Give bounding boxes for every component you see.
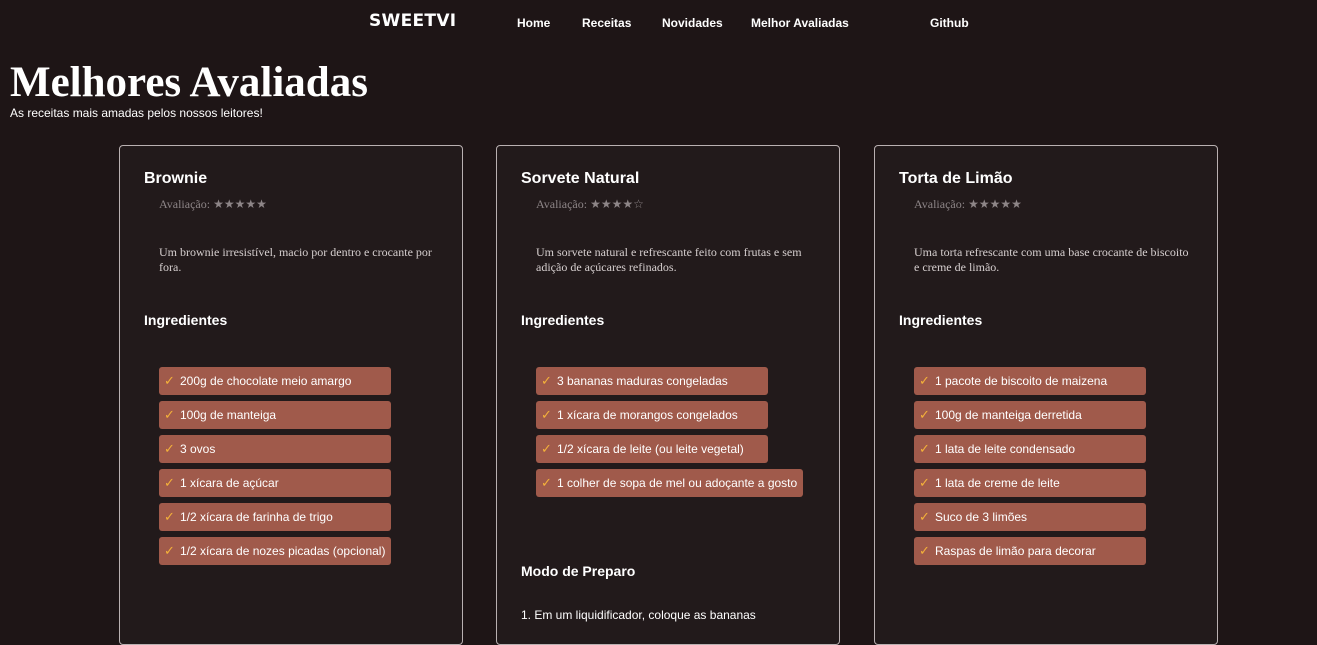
ingredient-item: ✓ 3 bananas maduras congeladas: [536, 367, 768, 395]
method-heading: Modo de Preparo: [521, 563, 636, 579]
ingredient-item: ✓ 1/2 xícara de farinha de trigo: [159, 503, 391, 531]
ingredient-item: ✓ 200g de chocolate meio amargo: [159, 367, 391, 395]
nav-link-github[interactable]: Github: [930, 16, 969, 30]
ingredient-text: 100g de manteiga derretida: [935, 408, 1082, 422]
check-icon: ✓: [164, 510, 175, 525]
check-icon: ✓: [919, 544, 930, 559]
nav-link-novidades[interactable]: Novidades: [662, 16, 723, 30]
ingredient-text: 1 lata de leite condensado: [935, 442, 1076, 456]
recipe-description: Um brownie irresistível, macio por dentr…: [159, 245, 432, 274]
ingredient-list: ✓ 200g de chocolate meio amargo ✓ 100g de …: [159, 367, 392, 571]
recipe-title: Brownie: [144, 170, 208, 187]
check-icon: ✓: [541, 476, 552, 491]
nav-link-home[interactable]: Home: [517, 16, 550, 30]
ingredient-text: 200g de chocolate meio amargo: [180, 374, 352, 388]
recipe-card-brownie: Brownie Avaliação: ★★★★★ Um brownie irre…: [119, 145, 463, 645]
method-steps: 1. Em um liquidificador, coloque as bana…: [521, 608, 817, 622]
ingredient-item: ✓ 1 pacote de biscoito de maizena: [914, 367, 1146, 395]
ingredients-heading: Ingredientes: [144, 312, 228, 328]
ingredient-item: ✓ 1/2 xícara de leite (ou leite vegetal): [536, 435, 768, 463]
rating-label: Avaliação:: [159, 197, 211, 211]
ingredient-list: ✓ 3 bananas maduras congeladas ✓ 1 xícara …: [536, 367, 804, 503]
page-subtitle: As receitas mais amadas pelos nossos lei…: [10, 106, 263, 120]
ingredients-heading: Ingredientes: [521, 312, 605, 328]
check-icon: ✓: [541, 442, 552, 457]
check-icon: ✓: [164, 544, 175, 559]
recipe-title: Torta de Limão: [899, 170, 1013, 187]
ingredient-text: Raspas de limão para decorar: [935, 544, 1096, 558]
check-icon: ✓: [919, 442, 930, 457]
nav-link-receitas[interactable]: Receitas: [582, 16, 631, 30]
check-icon: ✓: [541, 408, 552, 423]
check-icon: ✓: [919, 408, 930, 423]
ingredient-item: ✓ 1 lata de creme de leite: [914, 469, 1146, 497]
ingredient-item: ✓ 1/2 xícara de nozes picadas (opcional): [159, 537, 392, 565]
rating-stars-icon: ★★★★☆: [590, 197, 644, 211]
check-icon: ✓: [919, 374, 930, 389]
ingredient-text: 3 ovos: [180, 442, 216, 456]
recipe-title: Sorvete Natural: [521, 170, 640, 187]
rating-stars-icon: ★★★★★: [968, 197, 1022, 211]
ingredient-text: 1 xícara de açúcar: [180, 476, 279, 490]
recipe-card-sorvete-natural: Sorvete Natural Avaliação: ★★★★☆ Um sorv…: [496, 145, 840, 645]
ingredient-list: ✓ 1 pacote de biscoito de maizena ✓ 100g d…: [914, 367, 1146, 571]
ingredient-item: ✓ 3 ovos: [159, 435, 391, 463]
ingredient-text: 3 bananas maduras congeladas: [557, 374, 728, 388]
ingredient-text: 1/2 xícara de leite (ou leite vegetal): [557, 442, 744, 456]
recipe-description: Uma torta refrescante com uma base croca…: [914, 245, 1189, 274]
nav-link-melhor-avaliadas[interactable]: Melhor Avaliadas: [751, 16, 849, 30]
check-icon: ✓: [164, 374, 175, 389]
rating: Avaliação: ★★★★★: [914, 197, 1022, 212]
ingredient-item: ✓ 1 lata de leite condensado: [914, 435, 1146, 463]
ingredients-heading: Ingredientes: [899, 312, 983, 328]
ingredient-text: Suco de 3 limões: [935, 510, 1028, 524]
rating-label: Avaliação:: [914, 197, 966, 211]
check-icon: ✓: [541, 374, 552, 389]
ingredient-text: 1/2 xícara de farinha de trigo: [180, 510, 333, 524]
ingredient-text: 1 pacote de biscoito de maizena: [935, 374, 1108, 388]
ingredient-text: 100g de manteiga: [180, 408, 277, 422]
recipe-description: Um sorvete natural e refrescante feito c…: [536, 245, 802, 274]
check-icon: ✓: [919, 476, 930, 491]
rating: Avaliação: ★★★★☆: [536, 197, 644, 212]
check-icon: ✓: [164, 476, 175, 491]
ingredient-item: ✓ Suco de 3 limões: [914, 503, 1146, 531]
ingredient-item: ✓ 1 xícara de açúcar: [159, 469, 391, 497]
check-icon: ✓: [164, 408, 175, 423]
ingredient-text: 1 xícara de morangos congelados: [557, 408, 738, 422]
ingredient-item: ✓ 100g de manteiga derretida: [914, 401, 1146, 429]
rating-stars-icon: ★★★★★: [213, 197, 267, 211]
ingredient-text: 1/2 xícara de nozes picadas (opcional): [180, 544, 386, 558]
ingredient-item: ✓ Raspas de limão para decorar: [914, 537, 1146, 565]
top-nav: SWEETVI Home Receitas Novidades Melhor A…: [0, 0, 1317, 45]
ingredient-item: ✓ 1 xícara de morangos congelados: [536, 401, 768, 429]
ingredient-text: 1 lata de creme de leite: [935, 476, 1060, 490]
method-step: 1. Em um liquidificador, coloque as bana…: [521, 608, 756, 622]
ingredient-item: ✓ 100g de manteiga: [159, 401, 391, 429]
check-icon: ✓: [164, 442, 175, 457]
ingredient-text: 1 colher de sopa de mel ou adoçante a go…: [557, 476, 798, 490]
check-icon: ✓: [919, 510, 930, 525]
recipe-card-torta-de-limao: Torta de Limão Avaliação: ★★★★★ Uma tort…: [874, 145, 1218, 645]
rating-label: Avaliação:: [536, 197, 588, 211]
ingredient-item: ✓ 1 colher de sopa de mel ou adoçante a g…: [536, 469, 804, 497]
brand-logo[interactable]: SWEETVI: [369, 11, 456, 31]
page-title: Melhores Avaliadas: [10, 59, 368, 106]
rating: Avaliação: ★★★★★: [159, 197, 267, 212]
